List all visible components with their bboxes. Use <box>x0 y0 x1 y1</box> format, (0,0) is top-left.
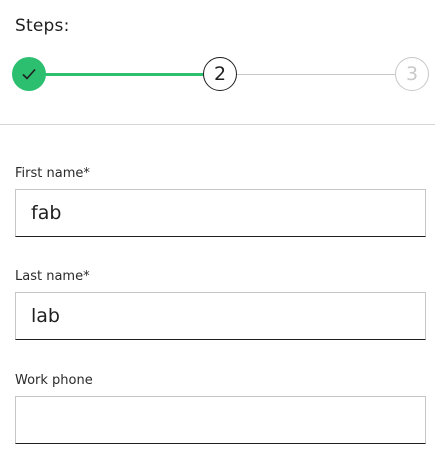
stepper-connector-pending <box>236 74 396 75</box>
step-1-completed[interactable] <box>12 57 46 91</box>
last-name-label: Last name* <box>15 269 90 284</box>
stepper-connector-complete <box>44 73 206 76</box>
registration-form-page: Steps: 2 3 First name* Last name* Work p… <box>0 0 435 469</box>
first-name-field[interactable] <box>15 189 426 237</box>
step-2-number: 2 <box>213 63 227 85</box>
check-icon <box>22 68 36 80</box>
last-name-field[interactable] <box>15 292 426 340</box>
first-name-label: First name* <box>15 166 90 181</box>
section-divider <box>0 124 435 125</box>
work-phone-field[interactable] <box>15 396 426 444</box>
step-3-number: 3 <box>405 63 419 85</box>
step-2-current[interactable]: 2 <box>203 57 237 91</box>
step-3-upcoming[interactable]: 3 <box>395 57 429 91</box>
steps-title: Steps: <box>15 16 70 36</box>
work-phone-label: Work phone <box>15 373 93 388</box>
stepper: 2 3 <box>0 57 435 93</box>
